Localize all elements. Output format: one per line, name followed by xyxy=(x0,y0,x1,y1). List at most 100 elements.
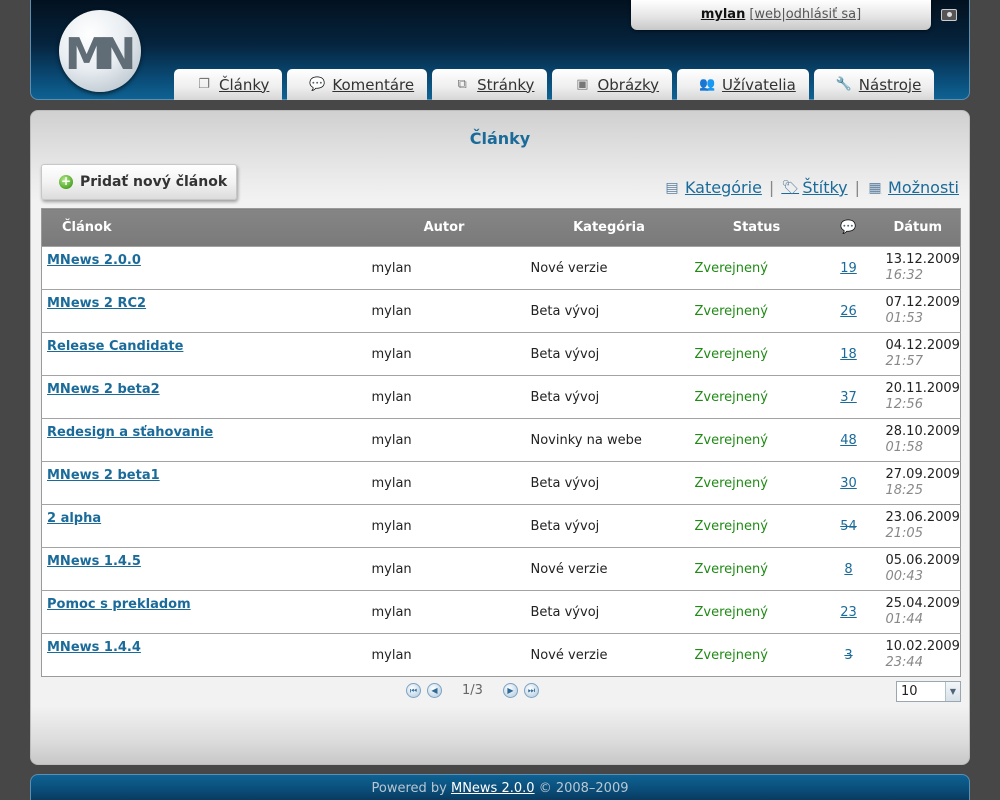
cell-title: MNews 2 beta1 xyxy=(41,461,362,505)
first-page-icon[interactable]: ⏮ xyxy=(406,683,421,698)
date-value: 04.12.2009 xyxy=(885,338,960,353)
categories-link[interactable]: ▤ Kategórie xyxy=(664,178,762,197)
cell-date: 23.06.2009 21:05 xyxy=(875,504,961,548)
comments-link[interactable]: 30 xyxy=(840,476,857,491)
tags-link[interactable]: 🏷 Štítky xyxy=(781,178,847,197)
time-value: 12:56 xyxy=(885,397,923,412)
table-row: MNews 1.4.4 mylan Nové verzie Zverejnený 3 10… xyxy=(41,633,961,677)
tab-pages[interactable]: ⧉ Stránky xyxy=(432,69,548,100)
cell-comments: 19 xyxy=(821,246,876,290)
article-link[interactable]: Redesign a sťahovanie xyxy=(47,425,213,440)
tab-comments[interactable]: 💬 Komentáre xyxy=(287,69,428,100)
time-value: 00:43 xyxy=(885,569,923,584)
column-date[interactable]: Dátum xyxy=(875,208,961,247)
tab-articles[interactable]: ❐ Články xyxy=(174,69,283,100)
article-link[interactable]: Pomoc s prekladom xyxy=(47,597,191,612)
username-link[interactable]: mylan xyxy=(701,7,746,22)
date-value: 25.04.2009 xyxy=(885,596,960,611)
page-title: Články xyxy=(469,129,531,148)
logo[interactable]: MN xyxy=(59,10,141,92)
comments-link[interactable]: 19 xyxy=(840,261,857,276)
column-status[interactable]: Status xyxy=(691,208,822,247)
next-page-icon[interactable]: ▶ xyxy=(502,683,518,698)
window-icon: ⧉ xyxy=(457,76,467,92)
article-link[interactable]: Release Candidate xyxy=(47,339,183,354)
separator: | xyxy=(768,178,775,197)
article-link[interactable]: MNews 1.4.4 xyxy=(47,640,141,655)
cell-category: Nové verzie xyxy=(526,547,692,591)
tab-tools[interactable]: 🔧 Nástroje xyxy=(813,69,935,100)
cell-status: Zverejnený xyxy=(691,332,822,376)
logo-text: MN xyxy=(64,28,137,80)
cell-date: 04.12.2009 21:57 xyxy=(875,332,961,376)
cell-category: Nové verzie xyxy=(526,246,692,290)
last-page-icon[interactable]: ⏭ xyxy=(523,683,539,698)
options-link[interactable]: ▦ Možnosti xyxy=(867,178,959,197)
cell-author: mylan xyxy=(361,375,527,419)
table-row: MNews 2 RC2 mylan Beta vývoj Zverejnený 26 07… xyxy=(41,289,961,333)
tab-label: Nástroje xyxy=(858,75,922,94)
speech-bubble-icon: 💬 xyxy=(309,76,326,92)
cell-comments: 23 xyxy=(821,590,876,634)
comments-link[interactable]: 8 xyxy=(844,562,852,577)
cell-comments: 37 xyxy=(821,375,876,419)
web-link[interactable]: web xyxy=(754,7,781,22)
table-row: MNews 2 beta1 mylan Beta vývoj Zverejnený 30… xyxy=(41,461,961,505)
user-box: mylan [web|odhlásiť sa] xyxy=(631,0,931,30)
comments-link[interactable]: 18 xyxy=(840,347,857,362)
footer-link[interactable]: MNews 2.0.0 xyxy=(451,781,535,796)
cell-status: Zverejnený xyxy=(691,504,822,548)
tab-label: Obrázky xyxy=(597,75,660,94)
comments-link[interactable]: 26 xyxy=(840,304,857,319)
per-page-select[interactable]: 10 ▼ xyxy=(896,681,961,702)
cell-comments: 3 xyxy=(821,633,876,677)
camera-icon[interactable] xyxy=(941,9,957,21)
article-link[interactable]: MNews 1.4.5 xyxy=(47,554,141,569)
logout-link[interactable]: odhlásiť sa xyxy=(786,7,856,22)
cell-status: Zverejnený xyxy=(691,375,822,419)
time-value: 21:05 xyxy=(885,526,923,541)
cell-date: 27.09.2009 18:25 xyxy=(875,461,961,505)
main-nav: ❐ Články 💬 Komentáre ⧉ Stránky ▣ Obrázky… xyxy=(174,69,935,100)
column-author[interactable]: Autor xyxy=(361,208,527,247)
column-category[interactable]: Kategória xyxy=(526,208,692,247)
separator: | xyxy=(854,178,861,197)
column-comments[interactable]: 💬 xyxy=(821,208,876,247)
article-link[interactable]: MNews 2.0.0 xyxy=(47,253,141,268)
add-article-button[interactable]: + Pridať nový článok xyxy=(41,164,237,200)
tab-users[interactable]: 👥 Užívatelia xyxy=(677,69,809,100)
folder-icon: ▤ xyxy=(665,179,679,196)
table-row: MNews 2.0.0 mylan Nové verzie Zverejnený 19 1… xyxy=(41,246,961,290)
article-link[interactable]: MNews 2 beta2 xyxy=(47,382,160,397)
table-row: Redesign a sťahovanie mylan Novinky na web… xyxy=(41,418,961,462)
comments-link[interactable]: 23 xyxy=(840,605,857,620)
cell-status: Zverejnený xyxy=(691,461,822,505)
cell-title: MNews 1.4.4 xyxy=(41,633,362,677)
chevron-down-icon[interactable]: ▼ xyxy=(945,682,960,701)
footer-prefix: Powered by xyxy=(371,781,447,796)
tag-icon: 🏷 xyxy=(781,179,800,196)
page-indicator: 1/3 xyxy=(462,683,483,698)
cell-author: mylan xyxy=(361,633,527,677)
cell-author: mylan xyxy=(361,418,527,462)
tab-images[interactable]: ▣ Obrázky xyxy=(552,69,673,100)
article-link[interactable]: MNews 2 RC2 xyxy=(47,296,146,311)
cell-title: MNews 1.4.5 xyxy=(41,547,362,591)
comments-link[interactable]: 3 xyxy=(844,648,852,663)
article-link[interactable]: 2 alpha xyxy=(47,511,101,526)
cell-comments: 30 xyxy=(821,461,876,505)
cell-date: 25.04.2009 01:44 xyxy=(875,590,961,634)
comments-link[interactable]: 37 xyxy=(840,390,857,405)
date-value: 20.11.2009 xyxy=(885,381,960,396)
categories-label: Kategórie xyxy=(684,178,762,197)
images-icon: ▣ xyxy=(576,76,589,92)
column-article[interactable]: Článok xyxy=(41,208,362,247)
cell-author: mylan xyxy=(361,547,527,591)
comments-link[interactable]: 48 xyxy=(840,433,857,448)
cell-title: MNews 2.0.0 xyxy=(41,246,362,290)
prev-page-icon[interactable]: ◀ xyxy=(427,683,442,698)
comments-link[interactable]: 54 xyxy=(840,519,857,534)
date-value: 27.09.2009 xyxy=(885,467,960,482)
article-link[interactable]: MNews 2 beta1 xyxy=(47,468,160,483)
cell-title: Pomoc s prekladom xyxy=(41,590,362,634)
